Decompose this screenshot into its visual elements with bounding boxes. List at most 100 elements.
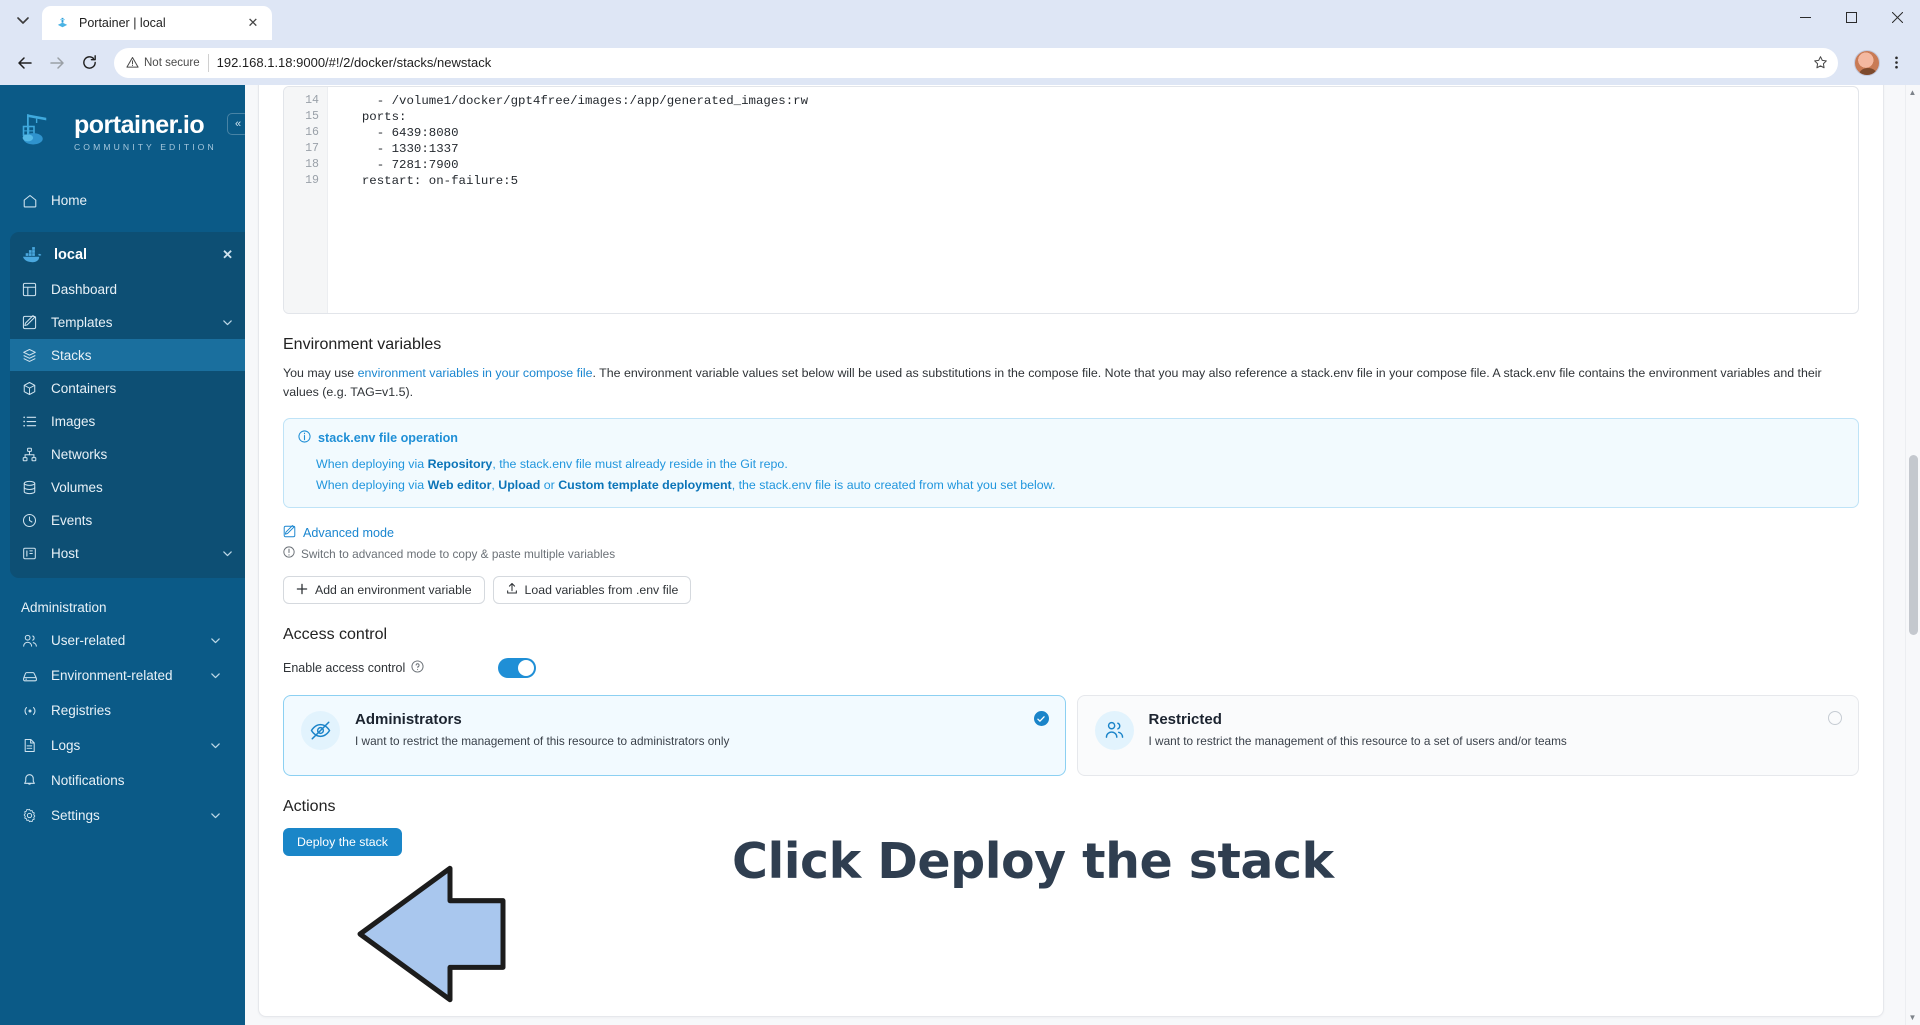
bell-icon xyxy=(21,772,38,789)
brand-name: portainer.io xyxy=(74,111,205,139)
kebab-menu-icon[interactable] xyxy=(1882,48,1910,78)
sidebar-item-user-related[interactable]: User-related xyxy=(0,624,235,657)
brand-text: portainer.io COMMUNITY EDITION xyxy=(74,111,217,153)
chevron-down-icon[interactable] xyxy=(210,810,221,821)
sidebar-item-dashboard[interactable]: Dashboard xyxy=(10,273,245,305)
sidebar-item-networks[interactable]: Networks xyxy=(10,438,245,470)
url-text[interactable]: 192.168.1.18:9000/#!/2/docker/stacks/new… xyxy=(217,55,1800,70)
sidebar-item-stacks[interactable]: Stacks xyxy=(10,339,245,371)
info-line1-repository: Repository xyxy=(427,457,493,471)
back-icon[interactable] xyxy=(10,48,40,78)
access-option-restricted[interactable]: Restricted I want to restrict the manage… xyxy=(1076,695,1859,776)
code-line: 15 ports: xyxy=(284,109,1858,125)
access-control-toggle-label: Enable access control xyxy=(283,661,406,675)
stacks-icon xyxy=(21,347,38,364)
environment-close-icon[interactable]: ✕ xyxy=(222,247,233,263)
containers-icon xyxy=(21,380,38,397)
sidebar-item-images[interactable]: Images xyxy=(10,405,245,437)
chevron-down-icon[interactable] xyxy=(222,317,233,328)
sidebar-item-containers[interactable]: Containers xyxy=(10,372,245,404)
chevron-down-icon[interactable] xyxy=(210,740,221,751)
editor-lines: 14 - /volume1/docker/gpt4free/images:/ap… xyxy=(284,87,1858,190)
compose-editor[interactable]: 14 - /volume1/docker/gpt4free/images:/ap… xyxy=(283,86,1859,314)
minimize-button[interactable] xyxy=(1782,0,1828,34)
add-environment-variable-button[interactable]: Add an environment variable xyxy=(283,576,485,604)
sidebar-environment-header[interactable]: local ✕ xyxy=(10,238,245,272)
scroll-up-arrow[interactable]: ▲ xyxy=(1905,85,1920,100)
sidebar-item-label: Environment-related xyxy=(51,668,173,683)
line-text: - 1330:1337 xyxy=(347,142,459,157)
access-option-text: Administrators I want to restrict the ma… xyxy=(355,711,729,748)
compose-file-link[interactable]: environment variables in your compose fi… xyxy=(358,366,593,380)
line-text: restart: on-failure:5 xyxy=(347,174,519,189)
access-control-toggle-row: Enable access control xyxy=(283,658,1859,678)
sidebar-item-templates[interactable]: Templates xyxy=(10,306,245,338)
avatar[interactable] xyxy=(1854,49,1880,76)
sidebar-item-environment-related[interactable]: Environment-related xyxy=(0,659,235,692)
sidebar-item-label: Dashboard xyxy=(51,281,118,297)
reload-icon[interactable] xyxy=(74,48,104,78)
browser-tab[interactable]: Portainer | local ✕ xyxy=(42,6,272,40)
address-bar[interactable]: Not secure 192.168.1.18:9000/#!/2/docker… xyxy=(114,47,1838,78)
tab-search-icon[interactable] xyxy=(6,3,40,37)
sidebar-item-label: Registries xyxy=(51,703,112,718)
sidebar-item-host[interactable]: Host xyxy=(10,537,245,569)
load-variables-button[interactable]: Load variables from .env file xyxy=(492,576,692,604)
question-circle-icon[interactable] xyxy=(411,660,424,676)
browser-toolbar: Not secure 192.168.1.18:9000/#!/2/docker… xyxy=(0,40,1920,85)
events-icon xyxy=(21,512,38,529)
environment-variables-description: You may use environment variables in you… xyxy=(283,364,1859,402)
sidebar-item-logs[interactable]: Logs xyxy=(0,729,235,762)
advanced-mode-block: Advanced mode Switch to advanced mode to… xyxy=(283,525,1859,561)
deploy-the-stack-button[interactable]: Deploy the stack xyxy=(283,828,402,856)
environment-variables-title: Environment variables xyxy=(283,336,442,353)
sidebar-item-events[interactable]: Events xyxy=(10,504,245,536)
maximize-button[interactable] xyxy=(1828,0,1874,34)
sidebar-item-home[interactable]: Home xyxy=(0,184,235,217)
line-number: 14 xyxy=(305,94,319,107)
sidebar-item-label: Events xyxy=(51,512,93,528)
forward-icon[interactable] xyxy=(42,48,72,78)
sidebar-item-registries[interactable]: Registries xyxy=(0,694,235,727)
portainer-logo xyxy=(20,109,62,156)
chevron-down-icon[interactable] xyxy=(222,548,233,559)
info-line2-webeditor: Web editor xyxy=(427,478,492,492)
chevron-down-icon[interactable] xyxy=(210,635,221,646)
access-option-desc: I want to restrict the management of thi… xyxy=(355,734,730,748)
edit-icon xyxy=(283,525,296,541)
brand[interactable]: portainer.io COMMUNITY EDITION « xyxy=(0,87,249,180)
templates-icon xyxy=(21,314,38,331)
line-text: ports: xyxy=(347,110,407,125)
images-icon xyxy=(21,413,38,430)
networks-icon xyxy=(21,446,38,463)
access-option-administrators[interactable]: Administrators I want to restrict the ma… xyxy=(283,695,1066,776)
stack-form-card: 14 - /volume1/docker/gpt4free/images:/ap… xyxy=(258,85,1884,1017)
code-line: 19 restart: on-failure:5 xyxy=(284,173,1858,189)
advanced-mode-toggle[interactable]: Advanced mode xyxy=(283,525,1859,541)
access-control-toggle-label-wrap: Enable access control xyxy=(283,660,498,676)
scroll-down-arrow[interactable]: ▼ xyxy=(1905,1010,1920,1025)
environment-name: local xyxy=(54,247,88,263)
sidebar-item-volumes[interactable]: Volumes xyxy=(10,471,245,503)
chevron-down-icon[interactable] xyxy=(210,670,221,681)
tab-close-icon[interactable]: ✕ xyxy=(244,14,262,32)
sidebar-item-label: Containers xyxy=(51,380,117,396)
enable-access-control-switch[interactable] xyxy=(498,658,536,678)
info-box-title-row: stack.env file operation xyxy=(298,430,1844,446)
line-number: 19 xyxy=(305,174,319,188)
scrollbar-thumb[interactable] xyxy=(1909,455,1918,635)
page-scrollbar[interactable]: ▲ ▼ xyxy=(1905,85,1920,1025)
code-line: 16 - 6439:8080 xyxy=(284,125,1858,141)
advanced-mode-label: Advanced mode xyxy=(303,526,395,540)
sidebar-item-notifications[interactable]: Notifications xyxy=(0,764,235,797)
info-line2-g: , the stack.env file is auto created fro… xyxy=(731,478,1056,492)
sidebar-item-settings[interactable]: Settings xyxy=(0,799,235,832)
line-text: - /volume1/docker/gpt4free/images:/app/g… xyxy=(347,94,809,108)
security-indicator[interactable]: Not secure xyxy=(126,56,200,69)
star-icon[interactable] xyxy=(1808,51,1832,75)
sidebar-item-label: Templates xyxy=(51,314,113,330)
close-window-button[interactable] xyxy=(1874,0,1920,34)
line-number: 17 xyxy=(305,142,319,156)
sidebar-item-label: Notifications xyxy=(51,773,125,788)
line-number: 18 xyxy=(305,158,319,172)
